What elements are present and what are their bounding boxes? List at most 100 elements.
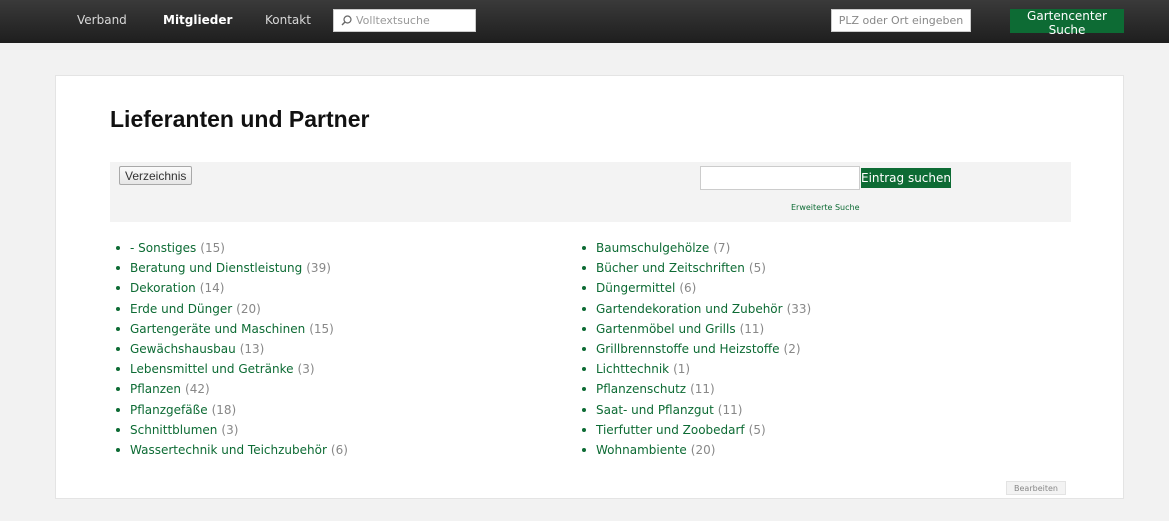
bullet-icon <box>116 306 120 311</box>
category-link[interactable]: Lebensmittel und Getränke <box>130 362 294 376</box>
category-count: (7) <box>713 241 731 256</box>
bullet-icon <box>582 347 586 352</box>
bullet-icon <box>116 367 120 372</box>
plz-location-input[interactable] <box>831 9 971 32</box>
page-title: Lieferanten und Partner <box>110 106 370 132</box>
category-link[interactable]: Gartengeräte und Maschinen <box>130 322 305 336</box>
category-link[interactable]: Bücher und Zeitschriften <box>596 261 745 275</box>
category-count: (14) <box>199 281 225 296</box>
bullet-icon <box>116 286 120 291</box>
category-item: Pflanzenschutz (11) <box>582 379 811 399</box>
bullet-icon <box>116 266 120 271</box>
category-link[interactable]: Tierfutter und Zoobedarf <box>596 423 745 437</box>
category-item: Beratung und Dienstleistung (39) <box>116 258 348 278</box>
category-list-right: Baumschulgehölze (7) Bücher und Zeitschri… <box>582 238 811 460</box>
category-count: (15) <box>309 321 334 336</box>
category-count: (11) <box>739 321 765 336</box>
bullet-icon <box>582 407 586 412</box>
category-item: Pflanzen (42) <box>116 379 348 399</box>
category-link[interactable]: Grillbrennstoffe und Heizstoffe <box>596 342 780 356</box>
category-count: (20) <box>236 301 261 316</box>
category-count: (33) <box>786 301 812 316</box>
bullet-icon <box>116 347 120 352</box>
bullet-icon <box>116 407 120 412</box>
advanced-search-link[interactable]: Erweiterte Suche <box>791 203 860 212</box>
fulltext-search-input[interactable] <box>356 14 466 27</box>
category-count: (3) <box>297 362 315 377</box>
category-item: Pflanzgefäße (18) <box>116 400 348 420</box>
category-link[interactable]: Beratung und Dienstleistung <box>130 261 302 275</box>
nav-item-mitglieder[interactable]: Mitglieder <box>163 13 232 27</box>
category-item: Wassertechnik und Teichzubehör (6) <box>116 440 348 460</box>
category-item: Gartenmöbel und Grills (11) <box>582 319 811 339</box>
category-count: (11) <box>717 402 743 417</box>
bullet-icon <box>116 387 120 392</box>
bullet-icon <box>116 447 120 452</box>
category-item: Bücher und Zeitschriften (5) <box>582 258 811 278</box>
bullet-icon <box>582 266 586 271</box>
category-link[interactable]: Wohnambiente <box>596 443 687 457</box>
category-link[interactable]: Gartenmöbel und Grills <box>596 322 736 336</box>
category-link[interactable]: - Sonstiges <box>130 241 196 255</box>
category-count: (39) <box>306 261 331 276</box>
category-count: (1) <box>673 362 691 377</box>
category-item: Lebensmittel und Getränke (3) <box>116 359 348 379</box>
category-item: Grillbrennstoffe und Heizstoffe (2) <box>582 339 811 359</box>
entry-search-button[interactable]: Eintrag suchen <box>861 168 951 188</box>
category-link[interactable]: Baumschulgehölze <box>596 241 709 255</box>
category-item: Gartendekoration und Zubehör (33) <box>582 299 811 319</box>
bullet-icon <box>116 326 120 331</box>
bullet-icon <box>582 387 586 392</box>
category-link[interactable]: Düngermittel <box>596 281 675 295</box>
category-item: Lichttechnik (1) <box>582 359 811 379</box>
category-count: (13) <box>239 342 265 357</box>
bullet-icon <box>116 246 120 251</box>
category-item: Gewächshausbau (13) <box>116 339 348 359</box>
category-count: (2) <box>783 342 801 357</box>
category-count: (3) <box>221 422 239 437</box>
bullet-icon <box>582 427 586 432</box>
gartencenter-search-button[interactable]: Gartencenter Suche <box>1010 9 1124 37</box>
directory-button[interactable]: Verzeichnis <box>119 166 193 185</box>
category-link[interactable]: Dekoration <box>130 281 196 295</box>
category-item: - Sonstiges (15) <box>116 238 348 258</box>
category-count: (20) <box>690 442 716 457</box>
category-link[interactable]: Schnittblumen <box>130 423 217 437</box>
bullet-icon <box>582 367 586 372</box>
nav-item-kontakt[interactable]: Kontakt <box>265 13 311 27</box>
category-link[interactable]: Lichttechnik <box>596 362 669 376</box>
directory-search-bar: Verzeichnis Eintrag suchen Erweiterte Su… <box>110 162 1071 222</box>
category-item: Baumschulgehölze (7) <box>582 238 811 258</box>
category-count: (42) <box>185 382 210 397</box>
category-count: (6) <box>330 442 348 457</box>
bullet-icon <box>582 326 586 331</box>
category-list-left: - Sonstiges (15) Beratung und Dienstleist… <box>116 238 348 460</box>
edit-button[interactable]: Bearbeiten <box>1006 481 1066 495</box>
category-count: (5) <box>748 422 766 437</box>
category-count: (11) <box>690 382 715 397</box>
entry-search-input[interactable] <box>700 166 860 190</box>
bullet-icon <box>582 306 586 311</box>
category-link[interactable]: Pflanzenschutz <box>596 382 686 396</box>
category-count: (15) <box>200 241 225 256</box>
category-item: Tierfutter und Zoobedarf (5) <box>582 420 811 440</box>
category-item: Saat- und Pflanzgut (11) <box>582 400 811 420</box>
content-card: Lieferanten und Partner Verzeichnis Eint… <box>55 75 1124 499</box>
category-link[interactable]: Pflanzgefäße <box>130 403 208 417</box>
category-link[interactable]: Saat- und Pflanzgut <box>596 403 714 417</box>
category-link[interactable]: Gewächshausbau <box>130 342 236 356</box>
category-link[interactable]: Wassertechnik und Teichzubehör <box>130 443 327 457</box>
category-item: Erde und Dünger (20) <box>116 299 348 319</box>
bullet-icon <box>582 447 586 452</box>
category-link[interactable]: Pflanzen <box>130 382 181 396</box>
top-navigation-bar: Verband Mitglieder Kontakt Gartencenter … <box>0 0 1169 43</box>
category-link[interactable]: Gartendekoration und Zubehör <box>596 302 783 316</box>
category-item: Gartengeräte und Maschinen (15) <box>116 319 348 339</box>
category-count: (6) <box>679 281 697 296</box>
category-item: Düngermittel (6) <box>582 278 811 298</box>
nav-item-verband[interactable]: Verband <box>77 13 127 27</box>
fulltext-search-box[interactable] <box>333 9 476 32</box>
search-icon <box>341 15 352 26</box>
category-link[interactable]: Erde und Dünger <box>130 302 232 316</box>
category-count: (18) <box>211 402 237 417</box>
